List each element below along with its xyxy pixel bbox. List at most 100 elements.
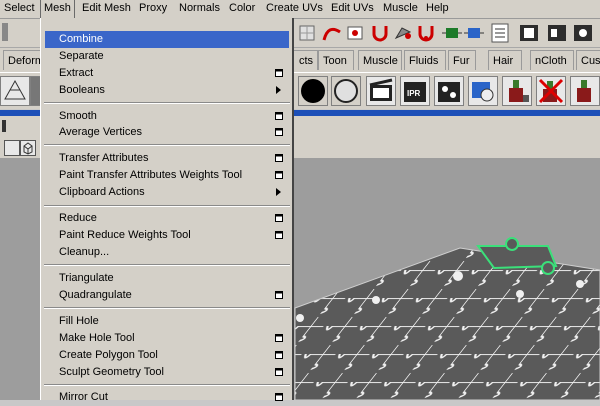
menu-item-label: Sculpt Geometry Tool: [59, 366, 164, 378]
option-box-icon[interactable]: [275, 351, 283, 359]
menu-item-label: Mirror Cut: [59, 391, 108, 403]
menu-color[interactable]: Color: [229, 0, 255, 18]
shelf-clapper-icon[interactable]: [366, 76, 396, 106]
option-box-icon[interactable]: [275, 112, 283, 120]
menu-item-extract[interactable]: Extract: [45, 65, 289, 82]
menu-item-label: Extract: [59, 67, 94, 79]
menu-item-create-polygon-tool[interactable]: Create Polygon Tool: [45, 347, 289, 364]
ipr-render-icon: [548, 25, 566, 41]
menu-item-triangulate[interactable]: Triangulate: [45, 270, 289, 287]
menu-item-label: Smooth: [59, 110, 97, 122]
menu-item-label: Transfer Attributes: [59, 152, 149, 164]
tab-deform[interactable]: Deform: [3, 50, 44, 70]
menu-item-average-vertices[interactable]: Average Vertices: [45, 124, 289, 141]
option-box-icon[interactable]: [275, 231, 283, 239]
mesh-dropdown-menu: Combine Separate Extract Booleans Smooth…: [40, 18, 294, 403]
option-box-icon[interactable]: [275, 154, 283, 162]
menu-item-reduce[interactable]: Reduce: [45, 210, 289, 227]
option-box-icon[interactable]: [275, 69, 283, 77]
menu-separator: [44, 264, 290, 266]
menu-item-separate[interactable]: Separate: [45, 48, 289, 65]
option-box-icon[interactable]: [275, 214, 283, 222]
menu-item-quadrangulate[interactable]: Quadrangulate: [45, 287, 289, 304]
submenu-arrow-icon: [276, 188, 281, 196]
menu-separator: [44, 102, 290, 104]
menu-item-label: Make Hole Tool: [59, 332, 135, 344]
history-icon: [442, 28, 462, 38]
camera-icon[interactable]: [4, 140, 20, 156]
snap-curve-icon: [322, 27, 341, 41]
toolbar-icons: [299, 23, 592, 43]
construction-history-icon: [491, 23, 509, 43]
menu-item-label: Booleans: [59, 84, 105, 96]
menu-item-make-hole-tool[interactable]: Make Hole Tool: [45, 330, 289, 347]
shelf-grid-icon[interactable]: [0, 76, 30, 106]
option-box-icon[interactable]: [275, 291, 283, 299]
option-box-icon[interactable]: [275, 368, 283, 376]
menu-create-uvs[interactable]: Create UVs: [266, 0, 323, 18]
menu-muscle[interactable]: Muscle: [383, 0, 418, 18]
menu-item-cleanup[interactable]: Cleanup...: [45, 244, 289, 261]
menu-item-label: Quadrangulate: [59, 289, 132, 301]
menu-item-combine[interactable]: Combine: [45, 31, 289, 48]
menu-item-transfer-attributes[interactable]: Transfer Attributes: [45, 150, 289, 167]
tab-custom[interactable]: Cust: [576, 50, 600, 70]
shelf-bottle-icon[interactable]: [502, 76, 532, 106]
option-box-icon[interactable]: [275, 334, 283, 342]
shelf-ipr-icon[interactable]: IPR: [400, 76, 430, 106]
menu-item-label: Average Vertices: [59, 126, 142, 138]
svg-text:IPR: IPR: [407, 89, 421, 98]
render-frame-icon: [520, 25, 538, 41]
menu-item-smooth[interactable]: Smooth: [45, 108, 289, 125]
menu-item-label: Combine: [59, 33, 104, 45]
menu-select[interactable]: Select: [4, 0, 35, 18]
shelf-render-globals-icon[interactable]: [434, 76, 464, 106]
cube-icon[interactable]: [20, 140, 36, 156]
tab-hair[interactable]: Hair: [488, 50, 522, 70]
magnet-icon: [372, 26, 388, 42]
menu-separator: [44, 307, 290, 309]
menu-mesh[interactable]: Mesh: [40, 0, 75, 19]
tab-fur[interactable]: Fur: [448, 50, 476, 70]
menu-normals[interactable]: Normals: [179, 0, 220, 18]
shelf-white-circle-icon[interactable]: [331, 76, 361, 106]
option-box-icon[interactable]: [275, 128, 283, 136]
tab-toon[interactable]: Toon: [318, 50, 354, 70]
menu-item-label: Paint Reduce Weights Tool: [59, 229, 191, 241]
shelf-bottle2-icon[interactable]: [570, 76, 600, 106]
menu-item-label: Reduce: [59, 212, 97, 224]
menu-item-label: Fill Hole: [59, 315, 99, 327]
menu-item-label: Paint Transfer Attributes Weights Tool: [59, 169, 243, 181]
menu-proxy[interactable]: Proxy: [139, 0, 167, 18]
menu-item-clipboard-actions[interactable]: Clipboard Actions: [45, 184, 289, 201]
shelf-hypershade-icon[interactable]: [468, 76, 498, 106]
menu-item-label: Clipboard Actions: [59, 186, 145, 198]
menu-edit-uvs[interactable]: Edit UVs: [331, 0, 374, 18]
menu-item-sculpt-geometry-tool[interactable]: Sculpt Geometry Tool: [45, 364, 289, 381]
render-settings-icon: [574, 25, 592, 41]
option-box-icon[interactable]: [275, 171, 283, 179]
menu-item-booleans[interactable]: Booleans: [45, 82, 289, 99]
tab-ncloth[interactable]: nCloth: [530, 50, 574, 70]
toolbar-handle-icon: [2, 23, 8, 41]
menu-item-paint-reduce-weights[interactable]: Paint Reduce Weights Tool: [45, 227, 289, 244]
menu-item-label: Separate: [59, 50, 104, 62]
menu-item-paint-transfer-attributes[interactable]: Paint Transfer Attributes Weights Tool: [45, 167, 289, 184]
menu-item-label: Create Polygon Tool: [59, 349, 158, 361]
menu-separator: [44, 384, 290, 386]
snap-grid-icon: [299, 25, 315, 41]
shelf-delete-bottle-icon[interactable]: [536, 76, 566, 106]
menu-separator: [44, 144, 290, 146]
menu-separator: [44, 205, 290, 207]
menu-help[interactable]: Help: [426, 0, 449, 18]
menu-item-label: Triangulate: [59, 272, 114, 284]
menu-edit-mesh[interactable]: Edit Mesh: [82, 0, 131, 18]
magnet-live-icon: [418, 26, 434, 42]
snap-point-icon: [347, 26, 363, 40]
shelf-black-circle-icon[interactable]: [298, 76, 328, 106]
tab-fluids[interactable]: Fluids: [404, 50, 446, 70]
menu-item-mirror-cut[interactable]: Mirror Cut: [45, 389, 289, 406]
menu-item-fill-hole[interactable]: Fill Hole: [45, 313, 289, 330]
tab-muscle[interactable]: Muscle: [358, 50, 402, 70]
submenu-arrow-icon: [276, 86, 281, 94]
